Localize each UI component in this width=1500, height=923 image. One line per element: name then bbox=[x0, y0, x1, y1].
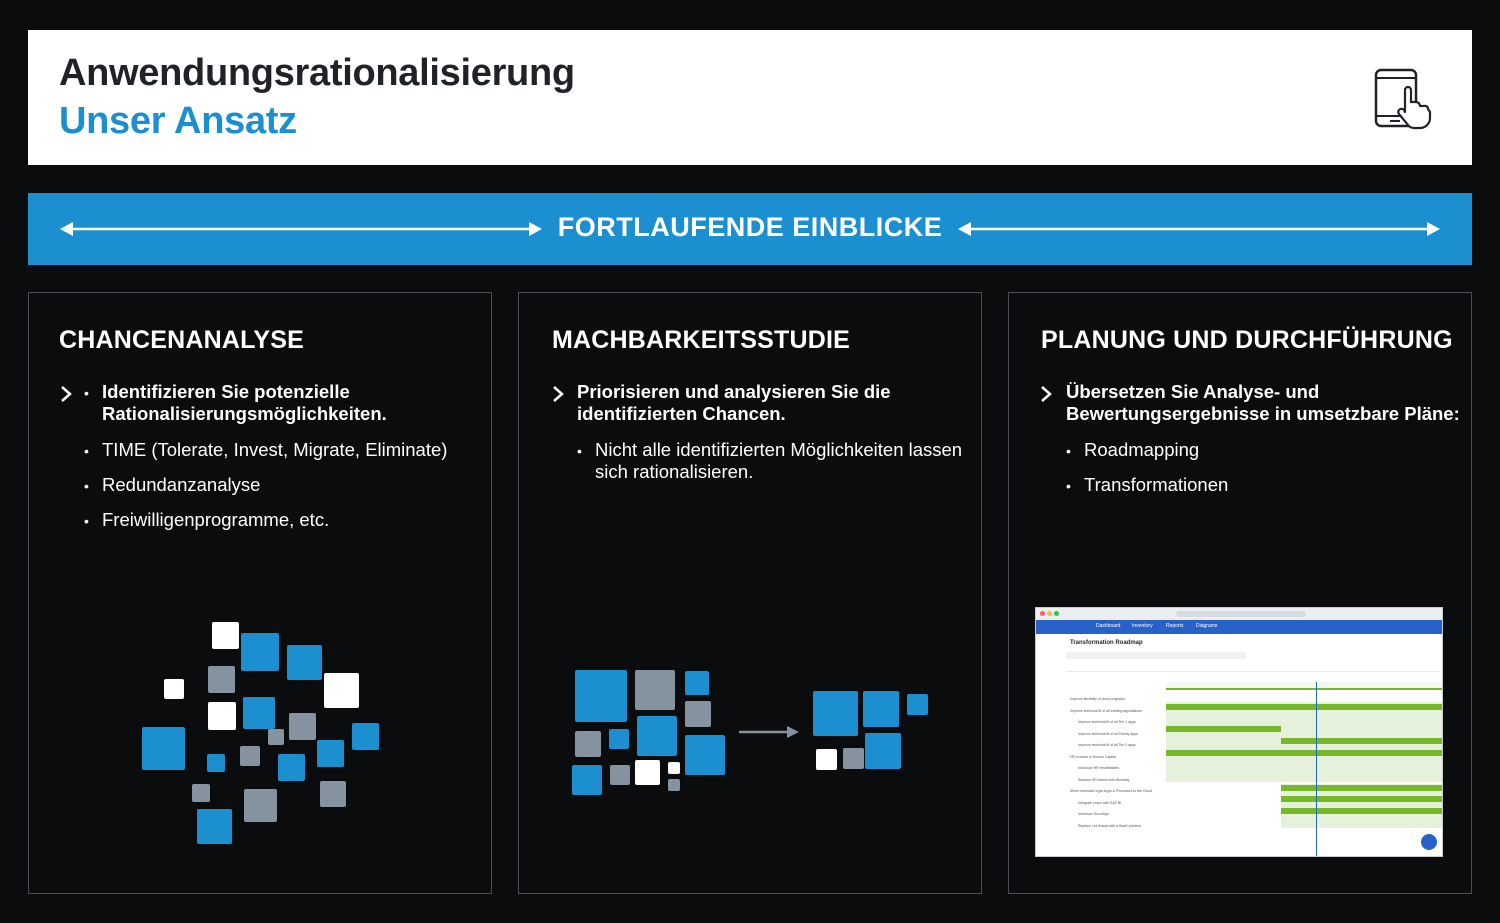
square bbox=[320, 781, 346, 807]
square bbox=[352, 723, 379, 750]
bullet-dot: • bbox=[1066, 478, 1071, 494]
gantt-bar bbox=[1166, 726, 1281, 732]
card-title: PLANUNG UND DURCHFÜHRUNG bbox=[1041, 326, 1453, 354]
square bbox=[208, 666, 235, 693]
browser-chrome bbox=[1036, 608, 1442, 620]
gantt-row-label: Improve technical fit of all Priority ap… bbox=[1078, 731, 1138, 736]
gantt-row-label: Improve technical fit of all Tier 2 apps bbox=[1078, 743, 1136, 747]
continuous-insights-band: FORTLAUFENDE EINBLICKE bbox=[28, 193, 1472, 265]
header-panel: Anwendungsrationalisierung Unser Ansatz bbox=[28, 30, 1472, 165]
square bbox=[843, 748, 864, 769]
gantt-row-label: Improve flexibility of cloud migration bbox=[1070, 697, 1126, 701]
square bbox=[212, 622, 239, 649]
toolbar-row bbox=[1066, 666, 1441, 672]
square bbox=[197, 809, 232, 844]
gantt-row-label: Improve technical fit of all existing ap… bbox=[1070, 708, 1142, 713]
card-bullet: Roadmapping bbox=[1084, 439, 1200, 460]
gantt-row-label: Move essential Legal Apps & Processes to… bbox=[1070, 789, 1153, 793]
square bbox=[575, 670, 627, 722]
page-title: Anwendungsrationalisierung bbox=[59, 52, 575, 94]
chevron-right-icon bbox=[1041, 386, 1052, 402]
square bbox=[685, 671, 709, 695]
arrow-right-icon bbox=[739, 726, 799, 738]
nav-item: Inventory bbox=[1132, 623, 1153, 629]
square bbox=[635, 670, 675, 710]
square bbox=[685, 735, 725, 775]
square bbox=[317, 740, 344, 767]
consolidation-illustration bbox=[519, 293, 983, 893]
square bbox=[685, 701, 711, 727]
card-lead: Übersetzen Sie Analyse- und Bewertungser… bbox=[1066, 381, 1460, 424]
square bbox=[635, 760, 660, 785]
square bbox=[637, 716, 677, 756]
square bbox=[575, 731, 601, 757]
nav-item: Dashboard bbox=[1096, 623, 1121, 629]
roadmap-title: Transformation Roadmap bbox=[1070, 640, 1143, 646]
gantt-row-list: Improve flexibility of cloud migration I… bbox=[1070, 694, 1164, 832]
timeline-header bbox=[1166, 682, 1442, 690]
nav-item: Reports bbox=[1166, 623, 1184, 629]
square bbox=[324, 673, 359, 708]
square bbox=[278, 754, 305, 781]
gantt-bar bbox=[1281, 738, 1442, 744]
gantt-row-label: Introduce DocuSign bbox=[1078, 812, 1109, 816]
square bbox=[192, 784, 210, 802]
square bbox=[164, 679, 184, 699]
filter-bar bbox=[1066, 652, 1246, 659]
square bbox=[208, 702, 236, 730]
scattered-squares-illustration bbox=[29, 293, 493, 893]
square bbox=[816, 749, 837, 770]
square bbox=[610, 765, 630, 785]
app-navbar: Dashboard Inventory Reports Diagrams bbox=[1036, 620, 1442, 634]
square bbox=[865, 733, 901, 769]
gantt-bar bbox=[1281, 796, 1442, 802]
page-subtitle: Unser Ansatz bbox=[59, 100, 297, 142]
square bbox=[668, 762, 680, 774]
right-double-arrow-icon bbox=[958, 222, 1440, 236]
square bbox=[243, 697, 275, 729]
square bbox=[609, 729, 629, 749]
bullet-dot: • bbox=[1066, 443, 1071, 459]
square bbox=[268, 729, 284, 745]
gantt-bar bbox=[1166, 750, 1442, 756]
gantt-row-label: HR evolves to Human Capital bbox=[1070, 754, 1116, 759]
square bbox=[287, 645, 322, 680]
address-bar bbox=[1176, 611, 1306, 617]
gantt-bar bbox=[1281, 785, 1442, 791]
nav-item: Diagrams bbox=[1196, 623, 1218, 629]
card-bullet: Transformationen bbox=[1084, 474, 1229, 495]
gantt-bar bbox=[1166, 704, 1442, 710]
square bbox=[813, 691, 858, 736]
window-close-dot bbox=[1040, 611, 1045, 616]
square bbox=[668, 779, 680, 791]
square bbox=[863, 691, 899, 727]
gantt-row-label: Replace HR Admin with Workday bbox=[1078, 777, 1130, 782]
square bbox=[244, 789, 277, 822]
gantt-row-label: Introduce HR Healthtables bbox=[1078, 766, 1120, 770]
today-line bbox=[1316, 682, 1317, 856]
tablet-touch-icon bbox=[1374, 68, 1432, 130]
roadmap-screenshot: Dashboard Inventory Reports Diagrams Tra… bbox=[1035, 607, 1443, 857]
card-opportunity-analysis: CHANCENANALYSE • Identifizieren Sie pote… bbox=[28, 292, 492, 894]
square bbox=[142, 727, 185, 770]
square bbox=[289, 713, 316, 740]
gantt-row-label: Replace Lex Actual with a SaaS solution bbox=[1078, 823, 1141, 828]
gantt-bar bbox=[1281, 808, 1442, 814]
square bbox=[572, 765, 602, 795]
gantt-row-label: Integrate Leanr with SAP BI bbox=[1078, 800, 1122, 805]
square bbox=[907, 694, 928, 715]
square bbox=[207, 754, 225, 772]
card-feasibility-study: MACHBARKEITSSTUDIE Priorisieren und anal… bbox=[518, 292, 982, 894]
gantt-row-label: Improve technical fit of all Tier 1 apps bbox=[1078, 720, 1136, 724]
square bbox=[240, 746, 260, 766]
square bbox=[241, 633, 279, 671]
chat-button bbox=[1421, 834, 1437, 850]
window-max-dot bbox=[1054, 611, 1059, 616]
window-min-dot bbox=[1047, 611, 1052, 616]
